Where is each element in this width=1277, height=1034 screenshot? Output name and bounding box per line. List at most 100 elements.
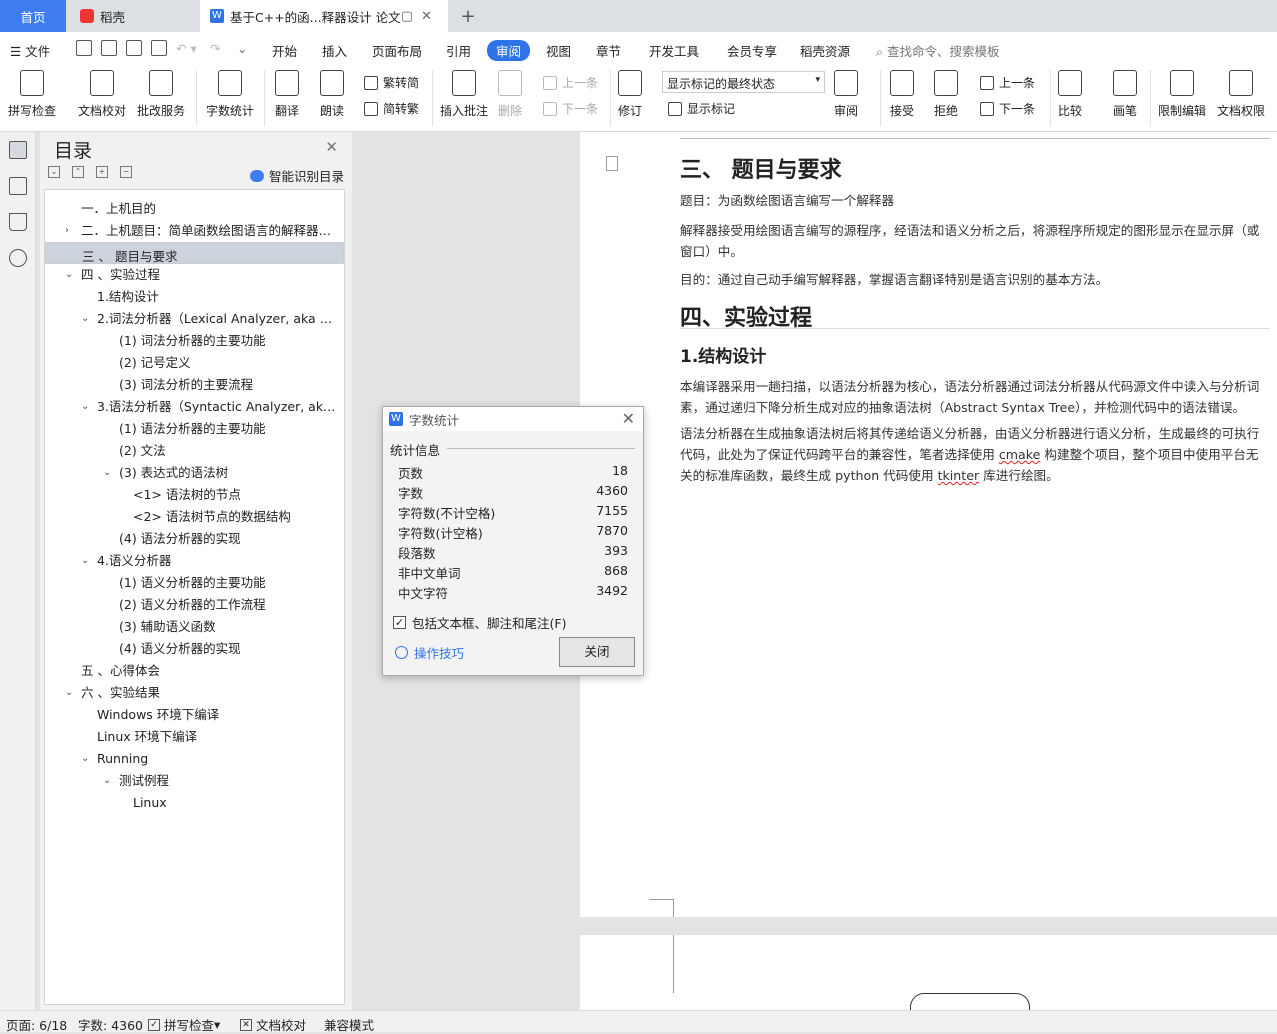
prev-change-button[interactable]: 上一条 [980, 74, 1035, 91]
chevron-down-icon[interactable]: ⌄ [81, 748, 89, 770]
reject-button[interactable]: 拒绝 [934, 70, 958, 119]
toc-item[interactable]: (2) 语义分析器的工作流程 [45, 594, 344, 616]
toc-item[interactable]: (1) 语法分析器的主要功能 [45, 418, 344, 440]
tab-close-icon[interactable]: ▢✕ [401, 9, 440, 24]
search-icon[interactable] [9, 249, 27, 267]
toc-item[interactable]: ⌄ Running [45, 748, 344, 770]
quick-access-dropdown-icon[interactable]: ⌄ [237, 41, 247, 56]
translate-button[interactable]: 翻译 [275, 70, 299, 119]
tab-home[interactable]: 首页 [0, 0, 66, 32]
chevron-down-icon[interactable]: ⌄ [65, 682, 73, 704]
menu-daoke-resources[interactable]: 稻壳资源 [800, 41, 850, 60]
toc-item[interactable]: ⌄ 4.语义分析器 [45, 550, 344, 572]
toc-item[interactable]: ⌄ 3.语法分析器（Syntactic Analyzer, aka Parser） [45, 396, 344, 418]
menu-insert[interactable]: 插入 [322, 41, 347, 60]
to-simplified-button[interactable]: 繁转简 [364, 74, 419, 91]
toc-item[interactable]: (3) 辅助语义函数 [45, 616, 344, 638]
menu-start[interactable]: 开始 [272, 41, 297, 60]
save-icon[interactable] [76, 40, 92, 56]
close-icon[interactable]: ✕ [622, 409, 635, 428]
chevron-down-icon[interactable]: ⌄ [65, 264, 73, 286]
toc-item[interactable]: (4) 语义分析器的实现 [45, 638, 344, 660]
chapter-nav-icon[interactable] [9, 177, 27, 195]
next-change-button[interactable]: 下一条 [980, 100, 1035, 117]
restrict-edit-button[interactable]: 限制编辑 [1158, 70, 1206, 119]
menu-developer[interactable]: 开发工具 [649, 41, 699, 60]
track-changes-button[interactable]: 修订 [618, 70, 642, 119]
bookmark-icon[interactable] [9, 213, 27, 231]
toc-item[interactable]: › 二．上机题目：简单函数绘图语言的解释器设计 [45, 220, 344, 242]
toc-item[interactable]: <1> 语法树的节点 [45, 484, 344, 506]
chevron-down-icon[interactable]: ⌄ [81, 308, 89, 330]
print-icon[interactable] [126, 40, 142, 56]
spell-check-button[interactable]: 拼写检查 [8, 70, 56, 119]
tab-daoke[interactable]: 稻壳 [70, 0, 198, 32]
toc-item[interactable]: (2) 文法 [45, 440, 344, 462]
delete-comment-button[interactable]: 删除 [498, 70, 522, 119]
show-markup-button[interactable]: 显示标记 [668, 100, 735, 117]
smart-toc-button[interactable]: 智能识别目录 [250, 166, 344, 185]
dialog-title-bar[interactable]: W 字数统计 [383, 407, 643, 431]
chevron-down-icon[interactable]: ⌄ [81, 396, 89, 418]
toc-item[interactable]: 五 、心得体会 [45, 660, 344, 682]
status-spell-check[interactable]: ✓ 拼写检查 ▾ [148, 1015, 220, 1034]
toc-item[interactable]: (1) 词法分析器的主要功能 [45, 330, 344, 352]
command-search[interactable]: ⌕ 查找命令、搜索模板 [876, 41, 1000, 60]
toc-item[interactable]: (3) 词法分析的主要流程 [45, 374, 344, 396]
expand-up-icon[interactable]: ⌃ [72, 166, 84, 178]
read-aloud-button[interactable]: 朗读 [320, 70, 344, 119]
include-textbox-checkbox[interactable]: ✓ 包括文本框、脚注和尾注(F) [393, 613, 566, 632]
word-count-button[interactable]: 字数统计 [206, 70, 254, 119]
file-menu[interactable]: ☰ 文件 [10, 41, 50, 60]
markup-state-select[interactable]: 显示标记的最终状态 ▾ [662, 71, 825, 93]
toc-item[interactable]: <2> 语法树节点的数据结构 [45, 506, 344, 528]
doc-rights-button[interactable]: 文档权限 [1217, 70, 1265, 119]
status-proof[interactable]: ✕ 文档校对 [240, 1015, 306, 1034]
close-button[interactable]: 关闭 [559, 637, 635, 667]
menu-section[interactable]: 章节 [596, 41, 621, 60]
toc-item[interactable]: 一．上机目的 [45, 198, 344, 220]
doc-proof-button[interactable]: 文档校对 [78, 70, 126, 119]
toc-item[interactable]: ⌄ (3) 表达式的语法树 [45, 462, 344, 484]
tips-link[interactable]: 操作技巧 [395, 643, 464, 662]
prev-comment-button[interactable]: 上一条 [543, 74, 598, 91]
toc-nav-icon[interactable] [9, 141, 27, 159]
chevron-down-icon[interactable]: ⌄ [103, 462, 111, 484]
toc-item[interactable]: ⌄ 六 、实验结果 [45, 682, 344, 704]
collapse-all-icon[interactable]: ⌄ [48, 166, 60, 178]
toc-item[interactable]: 1.结构设计 [45, 286, 344, 308]
toc-item[interactable]: Linux [45, 792, 344, 814]
pen-button[interactable]: 画笔 [1113, 70, 1137, 119]
compare-button[interactable]: 比较 [1058, 70, 1082, 119]
toc-item[interactable]: 三 、 题目与要求 [45, 242, 344, 264]
undo-icon[interactable]: ↶ ▾ [176, 41, 197, 56]
menu-page-layout[interactable]: 页面布局 [372, 41, 422, 60]
toc-item[interactable]: (2) 记号定义 [45, 352, 344, 374]
new-tab-button[interactable]: + [456, 0, 480, 32]
chevron-right-icon[interactable]: › [65, 220, 69, 242]
menu-view[interactable]: 视图 [546, 41, 571, 60]
annotation-service-button[interactable]: 批改服务 [137, 70, 185, 119]
redo-icon[interactable]: ↷ [210, 41, 220, 56]
toc-item[interactable]: ⌄ 2.词法分析器（Lexical Analyzer, aka Scanner） [45, 308, 344, 330]
menu-references[interactable]: 引用 [446, 41, 471, 60]
next-comment-button[interactable]: 下一条 [543, 100, 598, 117]
word-count-indicator[interactable]: 字数: 4360 [78, 1015, 143, 1034]
chevron-down-icon[interactable]: ⌄ [103, 770, 111, 792]
toc-item[interactable]: Linux 环境下编译 [45, 726, 344, 748]
close-icon[interactable]: ✕ [325, 138, 338, 156]
review-pane-button[interactable]: 审阅 [834, 70, 858, 119]
accept-button[interactable]: 接受 [890, 70, 914, 119]
tab-document[interactable]: W 基于C++的函...释器设计 论文 ▢✕ [200, 0, 448, 32]
toc-item[interactable]: ⌄ 测试例程 [45, 770, 344, 792]
toc-item[interactable]: ⌄ 四 、实验过程 [45, 264, 344, 286]
export-icon[interactable] [101, 40, 117, 56]
print-preview-icon[interactable] [151, 40, 167, 56]
menu-membership[interactable]: 会员专享 [727, 41, 777, 60]
to-traditional-button[interactable]: 简转繁 [364, 100, 419, 117]
chevron-down-icon[interactable]: ⌄ [81, 550, 89, 572]
toc-item[interactable]: (1) 语义分析器的主要功能 [45, 572, 344, 594]
page-indicator[interactable]: 页面: 6/18 [6, 1015, 67, 1034]
toc-item[interactable]: Windows 环境下编译 [45, 704, 344, 726]
paragraph-menu-icon[interactable] [606, 156, 618, 171]
